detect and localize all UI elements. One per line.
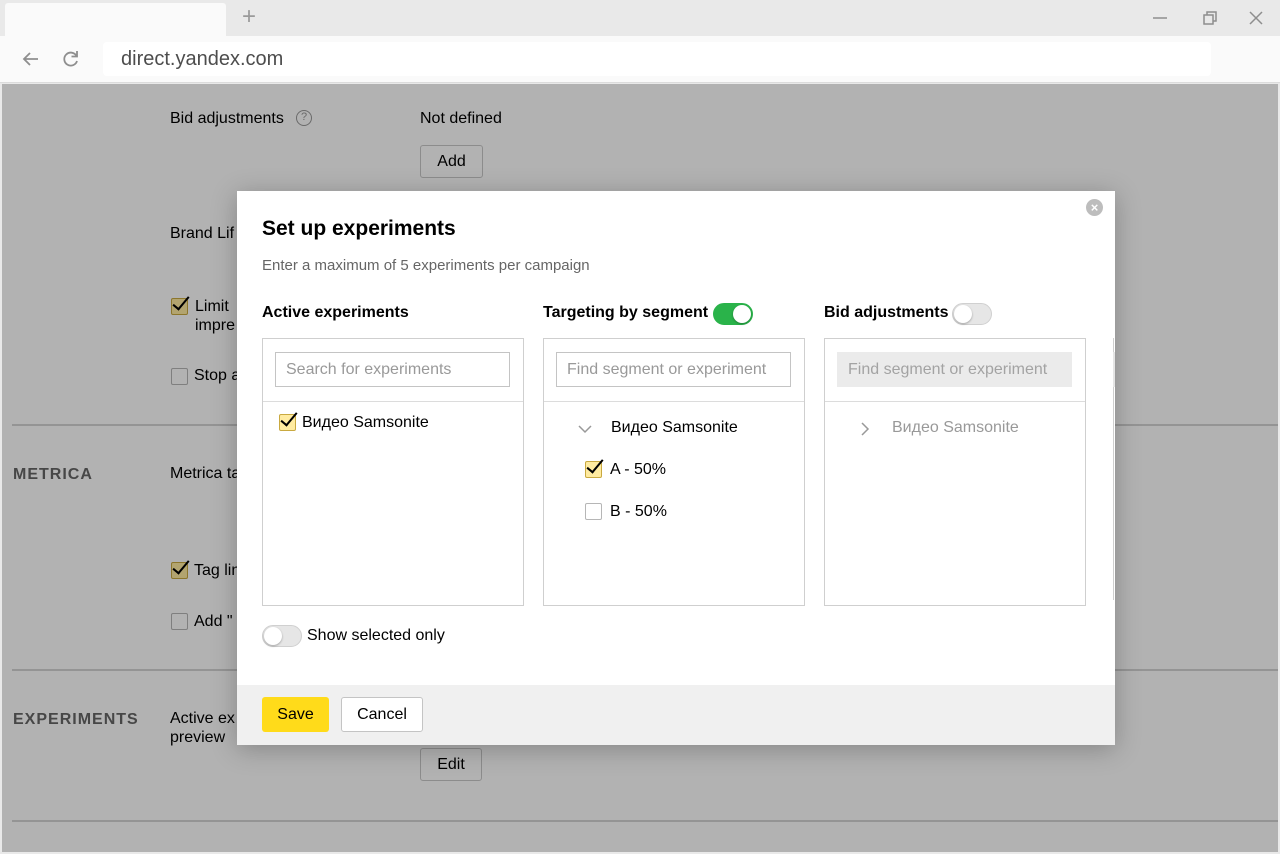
address-bar[interactable]: direct.yandex.com xyxy=(103,42,1211,76)
save-button[interactable]: Save xyxy=(262,697,329,732)
cancel-button[interactable]: Cancel xyxy=(341,697,423,732)
segment-b-checkbox[interactable] xyxy=(585,503,602,520)
search-experiments-input[interactable]: Search for experiments xyxy=(275,352,510,387)
back-arrow-icon[interactable] xyxy=(20,48,42,70)
active-experiments-panel: Search for experiments Видео Samsonite xyxy=(262,338,524,606)
segment-group-label[interactable]: Видео Samsonite xyxy=(611,419,738,437)
segment-a-checkbox[interactable] xyxy=(585,461,602,478)
next-panel-input-edge xyxy=(1113,352,1115,387)
dialog-footer: Save Cancel xyxy=(237,685,1115,745)
active-experiments-title: Active experiments xyxy=(262,304,409,321)
chevron-right-icon xyxy=(861,422,870,436)
bid-adjustments-title: Bid adjustments xyxy=(824,304,949,321)
bid-adjustments-panel: Find segment or experiment Видео Samsoni… xyxy=(824,338,1086,606)
minimize-icon[interactable] xyxy=(1149,7,1171,29)
panel-header: Find segment or experiment xyxy=(825,339,1085,402)
browser-tab[interactable] xyxy=(5,3,226,36)
segment-a-label[interactable]: A - 50% xyxy=(610,461,666,479)
show-selected-label[interactable]: Show selected only xyxy=(307,627,445,645)
panel-header: Find segment or experiment xyxy=(544,339,804,402)
close-icon[interactable]: × xyxy=(1086,199,1103,216)
restore-icon[interactable] xyxy=(1199,7,1221,29)
segment-b-label[interactable]: B - 50% xyxy=(610,503,667,521)
experiment-checkbox[interactable] xyxy=(279,414,296,431)
panel-header: Search for experiments xyxy=(263,339,523,402)
show-selected-toggle[interactable] xyxy=(262,625,302,647)
bid-group-label: Видео Samsonite xyxy=(892,419,1019,436)
browser-navbar: direct.yandex.com xyxy=(0,36,1280,83)
chevron-down-icon[interactable] xyxy=(577,421,593,437)
reload-icon[interactable] xyxy=(60,48,82,70)
dialog-subtitle: Enter a maximum of 5 experiments per cam… xyxy=(262,257,590,274)
close-window-icon[interactable] xyxy=(1245,7,1267,29)
find-segment-input[interactable]: Find segment or experiment xyxy=(556,352,791,387)
targeting-panel: Find segment or experiment Видео Samsoni… xyxy=(543,338,805,606)
find-segment-input-disabled: Find segment or experiment xyxy=(837,352,1072,387)
experiment-label[interactable]: Видео Samsonite xyxy=(302,414,429,432)
dialog-title: Set up experiments xyxy=(262,217,456,240)
targeting-by-segment-title: Targeting by segment xyxy=(543,304,709,321)
bid-adjustments-toggle[interactable] xyxy=(952,303,992,325)
browser-tab-bar: + xyxy=(0,0,1280,36)
setup-experiments-dialog: × Set up experiments Enter a maximum of … xyxy=(237,191,1115,745)
targeting-toggle[interactable] xyxy=(713,303,753,325)
new-tab-icon[interactable]: + xyxy=(237,5,261,29)
